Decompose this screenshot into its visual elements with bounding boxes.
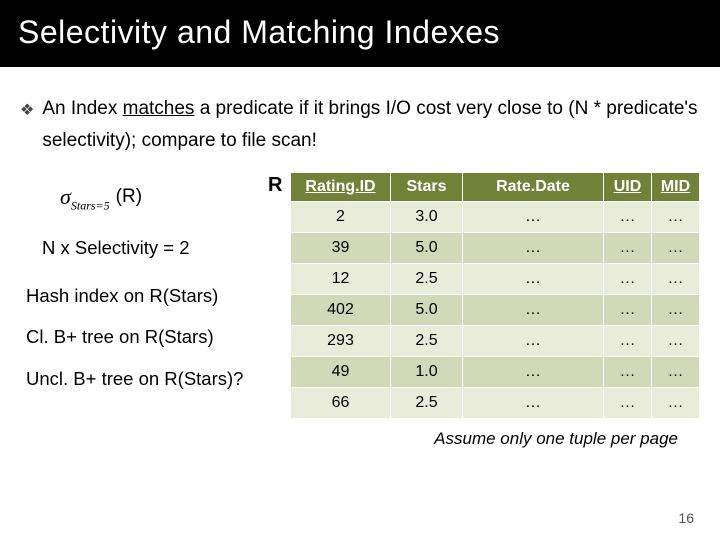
slide-body: ❖ An Index matches a predicate if it bri… xyxy=(0,67,720,449)
table-head: Rating.ID Stars Rate.Date UID MID xyxy=(291,172,700,201)
cell-date: … xyxy=(463,294,604,325)
index-line-hash: Hash index on R(Stars) xyxy=(26,282,290,310)
sigma-symbol: σStars=5 xyxy=(60,180,110,214)
cell-uid: … xyxy=(604,294,652,325)
sigma-subscript: Stars=5 xyxy=(71,198,110,212)
cell-mid: … xyxy=(652,294,700,325)
cell-mid: … xyxy=(652,325,700,356)
bullet-underlined: matches xyxy=(123,98,195,119)
col-mid-label: MID xyxy=(661,178,690,195)
cell-stars: 1.0 xyxy=(391,356,463,387)
table-row: 662.5……… xyxy=(291,387,700,418)
slide-title: Selectivity and Matching Indexes xyxy=(18,14,702,51)
col-mid: MID xyxy=(652,172,700,201)
cell-stars: 2.5 xyxy=(391,263,463,294)
cell-rid: 293 xyxy=(291,325,391,356)
cell-date: … xyxy=(463,356,604,387)
cell-uid: … xyxy=(604,387,652,418)
table-header-row: Rating.ID Stars Rate.Date UID MID xyxy=(291,172,700,201)
content-row: σStars=5 (R) N x Selectivity = 2 Hash in… xyxy=(20,172,700,449)
cell-uid: … xyxy=(604,325,652,356)
table-row: 491.0……… xyxy=(291,356,700,387)
title-bar: Selectivity and Matching Indexes xyxy=(0,0,720,67)
col-stars: Stars xyxy=(391,172,463,201)
cell-date: … xyxy=(463,387,604,418)
cell-rid: 39 xyxy=(291,232,391,263)
diamond-icon: ❖ xyxy=(20,93,34,124)
table-row: 2932.5……… xyxy=(291,325,700,356)
cell-rid: 2 xyxy=(291,201,391,232)
cell-uid: … xyxy=(604,263,652,294)
cell-stars: 5.0 xyxy=(391,294,463,325)
cell-rid: 402 xyxy=(291,294,391,325)
cell-mid: … xyxy=(652,232,700,263)
bullet-item: ❖ An Index matches a predicate if it bri… xyxy=(20,93,700,158)
formula-arg: (R) xyxy=(116,183,142,212)
data-table: Rating.ID Stars Rate.Date UID MID 23.0……… xyxy=(290,172,700,419)
cell-uid: … xyxy=(604,356,652,387)
cell-uid: … xyxy=(604,232,652,263)
cell-stars: 2.5 xyxy=(391,387,463,418)
selectivity-line: N x Selectivity = 2 xyxy=(42,234,290,262)
cell-mid: … xyxy=(652,387,700,418)
slide: Selectivity and Matching Indexes ❖ An In… xyxy=(0,0,720,540)
bullet-text: An Index matches a predicate if it bring… xyxy=(42,93,700,158)
left-column: σStars=5 (R) N x Selectivity = 2 Hash in… xyxy=(20,172,290,449)
index-line-clbtree: Cl. B+ tree on R(Stars) xyxy=(26,323,290,351)
table-row: 122.5……… xyxy=(291,263,700,294)
right-column: R Rating.ID Stars Rate.Date UID MID 23.0… xyxy=(290,172,700,449)
table-row: 395.0……… xyxy=(291,232,700,263)
cell-date: … xyxy=(463,232,604,263)
table-row: 4025.0……… xyxy=(291,294,700,325)
cell-stars: 2.5 xyxy=(391,325,463,356)
page-number: 16 xyxy=(678,510,694,526)
formula: σStars=5 (R) xyxy=(60,180,290,214)
col-rating-id: Rating.ID xyxy=(291,172,391,201)
index-line-unclbtree: Uncl. B+ tree on R(Stars)? xyxy=(26,365,290,393)
cell-date: … xyxy=(463,263,604,294)
col-uid-label: UID xyxy=(614,178,642,195)
footnote: Assume only one tuple per page xyxy=(290,429,678,449)
cell-mid: … xyxy=(652,356,700,387)
cell-date: … xyxy=(463,201,604,232)
table-label: R xyxy=(268,174,282,197)
table-body: 23.0………395.0………122.5………4025.0………2932.5……… xyxy=(291,201,700,418)
bullet-pre: An Index xyxy=(42,98,122,119)
col-rate-date: Rate.Date xyxy=(463,172,604,201)
cell-uid: … xyxy=(604,201,652,232)
col-uid: UID xyxy=(604,172,652,201)
cell-stars: 3.0 xyxy=(391,201,463,232)
cell-mid: … xyxy=(652,263,700,294)
cell-date: … xyxy=(463,325,604,356)
sigma-char: σ xyxy=(60,184,71,209)
cell-rid: 66 xyxy=(291,387,391,418)
col-rating-id-label: Rating.ID xyxy=(305,178,375,195)
cell-mid: … xyxy=(652,201,700,232)
table-row: 23.0……… xyxy=(291,201,700,232)
cell-stars: 5.0 xyxy=(391,232,463,263)
cell-rid: 12 xyxy=(291,263,391,294)
cell-rid: 49 xyxy=(291,356,391,387)
table-wrap: R Rating.ID Stars Rate.Date UID MID 23.0… xyxy=(290,172,700,419)
